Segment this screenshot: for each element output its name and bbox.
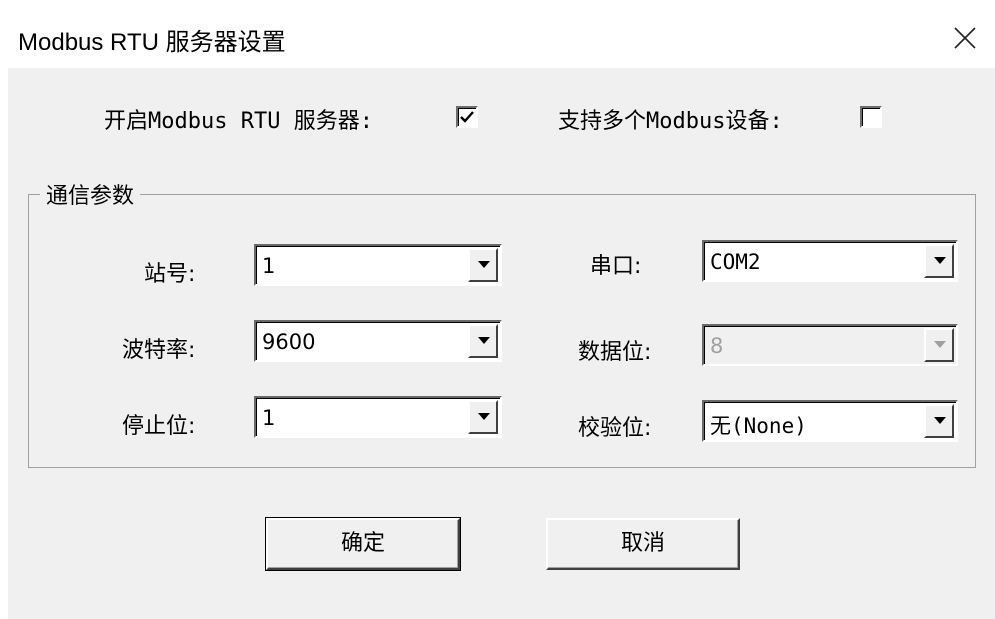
ok-button[interactable]: 确定: [265, 517, 461, 571]
chevron-down-icon: [934, 257, 946, 264]
cancel-button[interactable]: 取消: [546, 518, 740, 570]
baud-rate-dropdown-button[interactable]: [468, 324, 498, 358]
serial-port-value: COM2: [710, 250, 761, 274]
comm-params-title: 通信参数: [40, 178, 141, 210]
station-combobox[interactable]: 1: [254, 244, 502, 286]
data-bits-dropdown-button: [924, 328, 954, 362]
station-label: 站号:: [144, 262, 196, 287]
stop-bits-value: 1: [262, 406, 276, 430]
title-bar: Modbus RTU 服务器设置: [8, 8, 995, 68]
chevron-down-icon: [934, 341, 946, 348]
close-button[interactable]: [945, 18, 985, 58]
close-icon: [954, 27, 976, 49]
dialog-title: Modbus RTU 服务器设置: [18, 29, 286, 56]
station-value: 1: [262, 254, 276, 278]
station-dropdown-button[interactable]: [468, 248, 498, 282]
parity-dropdown-button[interactable]: [924, 404, 954, 438]
baud-rate-combobox[interactable]: 9600: [254, 320, 502, 362]
data-bits-label: 数据位:: [578, 340, 652, 365]
chevron-down-icon: [478, 337, 490, 344]
parity-value: 无(None): [710, 414, 807, 438]
chevron-down-icon: [934, 417, 946, 424]
chevron-down-icon: [478, 413, 490, 420]
serial-port-label: 串口:: [590, 254, 642, 279]
multi-device-label: 支持多个Modbus设备:: [558, 109, 783, 134]
serial-port-dropdown-button[interactable]: [924, 244, 954, 278]
parity-combobox[interactable]: 无(None): [702, 400, 958, 442]
modbus-rtu-settings-dialog: Modbus RTU 服务器设置 开启Modbus RTU 服务器: 支持多个M…: [8, 8, 995, 619]
stop-bits-label: 停止位:: [122, 414, 196, 439]
parity-label: 校验位:: [578, 416, 652, 441]
data-bits-combobox: 8: [702, 324, 958, 366]
multi-device-checkbox[interactable]: [860, 106, 882, 128]
serial-port-combobox[interactable]: COM2: [702, 240, 958, 282]
baud-rate-label: 波特率:: [122, 338, 196, 363]
enable-server-label: 开启Modbus RTU 服务器:: [104, 109, 373, 134]
baud-rate-value: 9600: [262, 330, 316, 354]
stop-bits-combobox[interactable]: 1: [254, 396, 502, 438]
enable-server-checkbox[interactable]: [456, 106, 478, 128]
data-bits-value: 8: [710, 334, 724, 358]
dialog-body: 开启Modbus RTU 服务器: 支持多个Modbus设备: 通信参数 站号:…: [8, 68, 995, 619]
stop-bits-dropdown-button[interactable]: [468, 400, 498, 434]
checkmark-icon: [460, 111, 474, 123]
chevron-down-icon: [478, 261, 490, 268]
